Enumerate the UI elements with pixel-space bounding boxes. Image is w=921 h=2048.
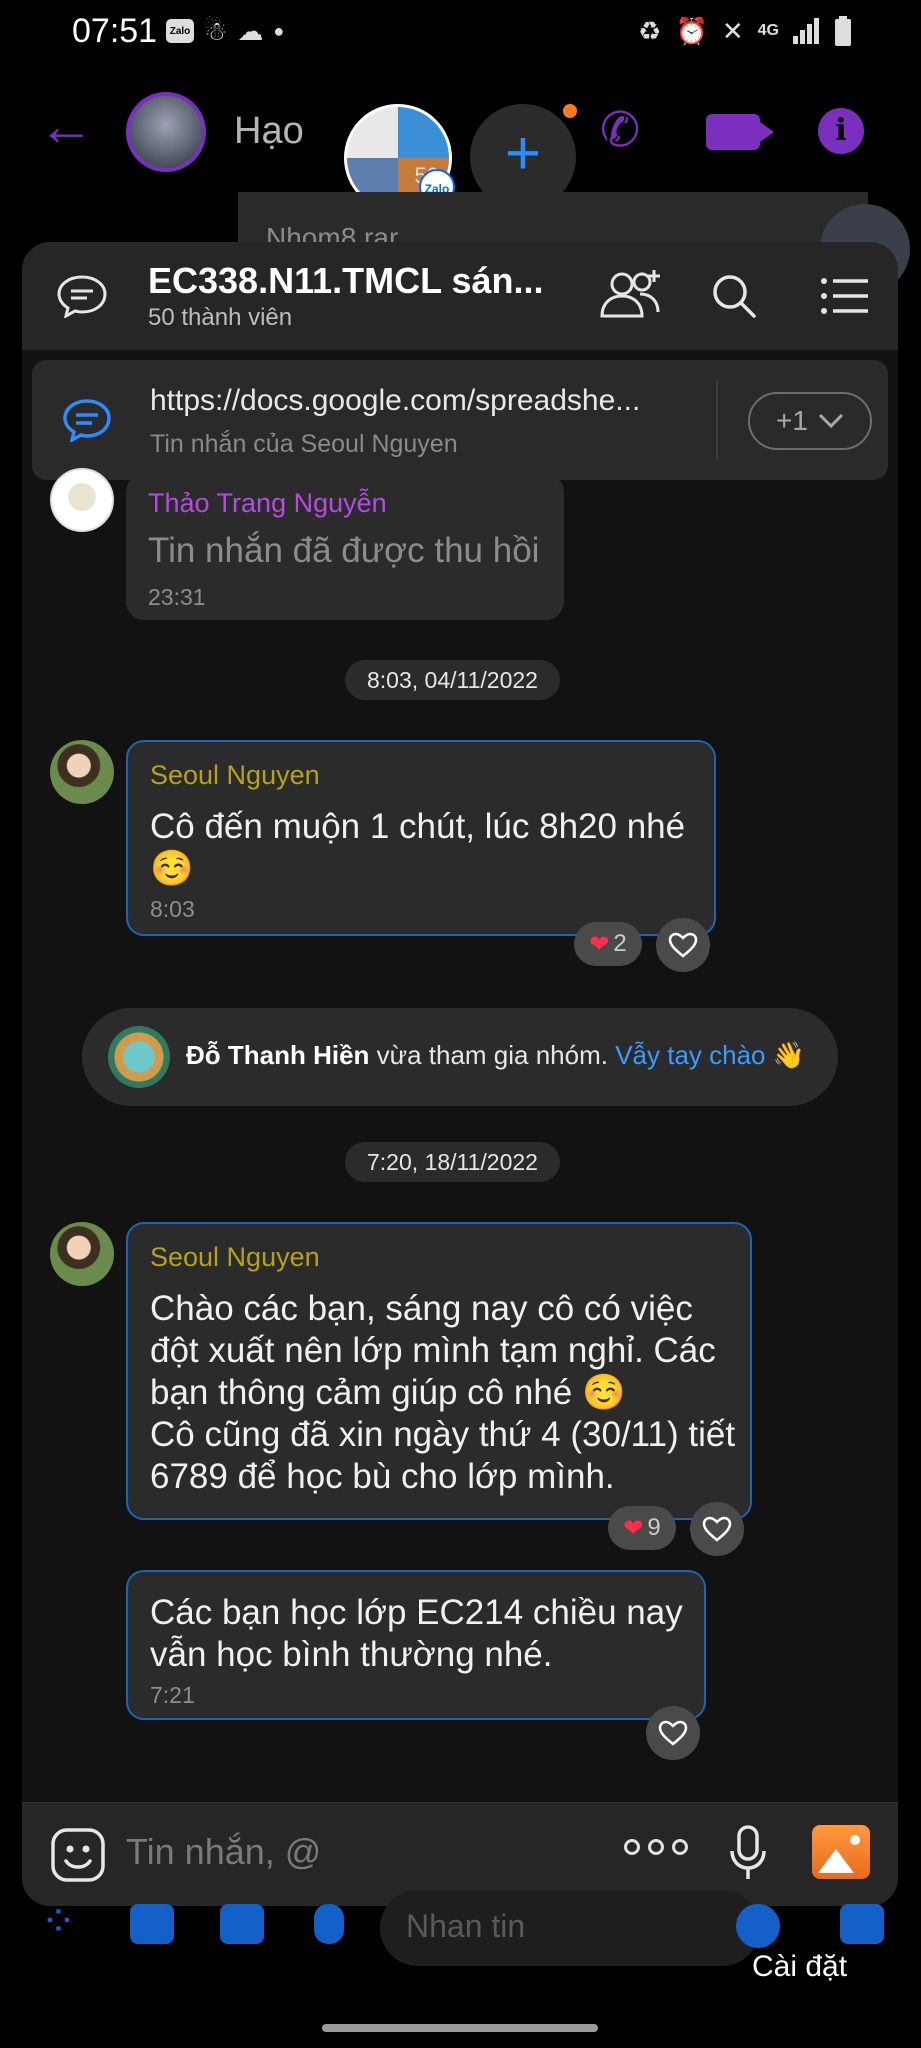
member-joined-notice: Đỗ Thanh Hiền vừa tham gia nhóm. Vẫy tay…: [82, 1008, 838, 1106]
date-separator: 8:03, 04/11/2022: [345, 660, 560, 700]
message-sender: Seoul Nguyen: [150, 760, 320, 790]
message-time: 8:03: [150, 896, 195, 922]
emoji-icon: [736, 1904, 780, 1948]
wave-hello-link[interactable]: Vẫy tay chào: [615, 1040, 765, 1070]
image-gallery-icon[interactable]: [812, 1825, 870, 1879]
background-chat-header: ← Hạo ✆ i: [0, 80, 921, 190]
menu-list-icon[interactable]: [820, 276, 870, 316]
background-composer: ⁘ Nhan tin Cài đặt: [0, 1880, 921, 2048]
message-text: Các bạn học lớp EC214 chiều nay vẫn học …: [150, 1593, 683, 1674]
date-separator: 7:20, 18/11/2022: [345, 1142, 560, 1182]
joined-member-name[interactable]: Đỗ Thanh Hiền: [186, 1040, 369, 1070]
cloud-icon: ☁: [237, 16, 264, 46]
message-time: 23:31: [148, 584, 206, 610]
contact-avatar[interactable]: [126, 92, 206, 172]
zalo-app-icon: Zalo: [166, 19, 194, 43]
camera-icon: [130, 1904, 174, 1944]
reaction-count: 9: [647, 1514, 661, 1541]
message-text: Cô đến muộn 1 chút, lúc 8h20 nhé ☺️: [150, 807, 686, 888]
more-options-icon[interactable]: [624, 1839, 688, 1855]
search-icon[interactable]: [710, 272, 758, 320]
reaction-heart-count[interactable]: ❤ 2: [574, 922, 642, 966]
chevron-down-icon: [818, 413, 844, 429]
status-time: 07:51: [72, 12, 158, 50]
avatar-thao-trang[interactable]: [50, 468, 114, 532]
notification-dot: [563, 104, 577, 118]
add-member-icon[interactable]: [596, 266, 666, 326]
heart-outline-icon: [658, 1720, 688, 1746]
message-text: Tin nhắn đã được thu hồi: [148, 531, 540, 570]
background-message-input: Nhan tin: [380, 1890, 760, 1966]
alarm-icon: ⏰: [675, 16, 708, 46]
divider: [716, 380, 718, 460]
mic-icon: [314, 1904, 344, 1944]
notification-icon: ☃: [204, 16, 228, 46]
avatar-seoul-nguyen[interactable]: [50, 1222, 114, 1286]
reaction-heart-count[interactable]: ❤ 9: [608, 1506, 676, 1550]
message-bubble[interactable]: Seoul Nguyen Chào các bạn, sáng nay cô c…: [126, 1222, 752, 1520]
message-bubble[interactable]: Thảo Trang Nguyễn Tin nhắn đã được thu h…: [126, 474, 564, 620]
wave-emoji: 👋: [772, 1040, 806, 1070]
pinned-message-icon: [63, 399, 111, 442]
member-count: 50 thành viên: [148, 304, 293, 331]
like-heart-button[interactable]: [690, 1502, 744, 1556]
status-bar: 07:51 Zalo ☃ ☁ ● ♻ ⏰ ✕ 4G: [0, 0, 921, 64]
message-bubble[interactable]: Seoul Nguyen Cô đến muộn 1 chút, lúc 8h2…: [126, 740, 716, 936]
message-sender: Thảo Trang Nguyễn: [148, 488, 387, 518]
heart-icon: ❤: [589, 930, 610, 958]
video-call-icon[interactable]: [706, 114, 774, 150]
microphone-icon[interactable]: [728, 1825, 768, 1883]
message-time: 7:21: [150, 1682, 195, 1708]
heart-icon: ❤: [623, 1514, 644, 1542]
message-input[interactable]: Tin nhắn, @: [126, 1831, 321, 1873]
chat-header: EC338.N11.TMCL sán... 50 thành viên: [22, 242, 898, 350]
pinned-url[interactable]: https://docs.google.com/spreadshe...: [150, 384, 640, 418]
group-title[interactable]: EC338.N11.TMCL sán...: [148, 260, 544, 302]
dot-icon: ●: [273, 21, 285, 41]
pinned-message[interactable]: https://docs.google.com/spreadshe... Tin…: [32, 360, 888, 480]
back-arrow-icon[interactable]: ←: [38, 98, 94, 154]
heart-outline-icon: [702, 1516, 732, 1542]
message-bubble[interactable]: Các bạn học lớp EC214 chiều nay vẫn học …: [126, 1570, 706, 1720]
contact-name[interactable]: Hạo: [234, 110, 304, 153]
sticker-emoji-icon[interactable]: [50, 1827, 106, 1883]
home-indicator[interactable]: [322, 2024, 598, 2032]
chat-bubble-icon: [57, 275, 107, 318]
network-type: 4G: [757, 22, 779, 39]
phone-call-icon[interactable]: ✆: [600, 102, 640, 158]
mute-icon: ✕: [721, 16, 744, 46]
signal-icon: [793, 18, 819, 44]
avatar-seoul-nguyen[interactable]: [50, 740, 114, 804]
thumbs-up-icon: [840, 1904, 884, 1944]
like-heart-button[interactable]: [646, 1706, 700, 1760]
message-sender: Seoul Nguyen: [150, 1242, 320, 1272]
pinned-more-button[interactable]: +1: [748, 392, 872, 450]
heart-outline-icon: [668, 932, 698, 958]
pinned-from: Tin nhắn của Seoul Nguyen: [150, 430, 458, 458]
battery-saver-icon: ♻: [638, 16, 662, 46]
battery-icon: [835, 16, 851, 46]
settings-label[interactable]: Cài đặt: [752, 1950, 847, 1984]
reaction-count: 2: [613, 930, 627, 957]
pinned-more-count: +1: [776, 405, 808, 436]
chat-bubble-window: EC338.N11.TMCL sán... 50 thành viên http…: [22, 242, 898, 1906]
info-icon[interactable]: i: [818, 108, 864, 154]
like-heart-button[interactable]: [656, 918, 710, 972]
photo-icon: [220, 1904, 264, 1944]
joined-text: vừa tham gia nhóm.: [376, 1040, 608, 1070]
avatar-do-thanh-hien[interactable]: [108, 1026, 170, 1088]
background-input-placeholder: Nhan tin: [406, 1908, 526, 1944]
message-text: Chào các bạn, sáng nay cô có việc đột xu…: [150, 1289, 736, 1496]
apps-icon: ⁘: [40, 1897, 77, 1946]
